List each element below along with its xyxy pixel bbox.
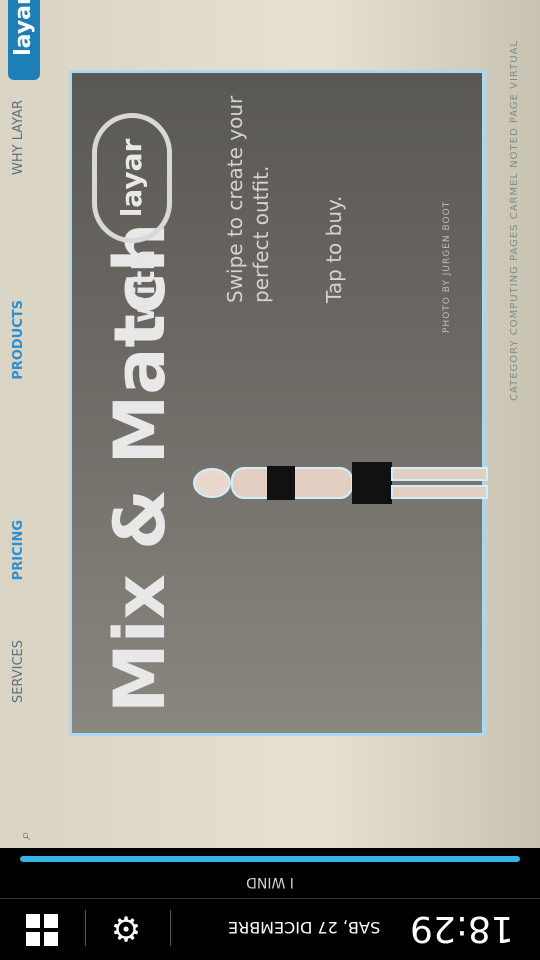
- divider: [85, 910, 86, 946]
- search-icon[interactable]: ⌕: [15, 820, 35, 840]
- banner-swipe-text: Swipe to create your perfect outfit.: [223, 95, 273, 303]
- nav-why-layar[interactable]: WHY LAYAR: [11, 100, 35, 175]
- promo-banner[interactable]: Mix & Match with layar Swipe to create y…: [69, 70, 488, 736]
- banner-credit: PHOTO BY JURGEN BOOT: [442, 200, 452, 333]
- model-figure: [192, 448, 492, 518]
- nav-products[interactable]: PRODUCTS: [11, 300, 35, 380]
- quick-settings-icon[interactable]: [22, 908, 62, 948]
- layar-badge: layar: [92, 113, 172, 243]
- banner-with: with: [127, 249, 162, 323]
- nav-pricing[interactable]: PRICING: [11, 520, 35, 580]
- divider: [170, 910, 171, 946]
- signal-progress-bar: [20, 856, 520, 862]
- date-label: SAB, 27 DICEMBRE: [228, 918, 381, 937]
- category-line: CATEGORY COMPUTING PAGES CARMEL NOTED PA…: [509, 40, 520, 401]
- rotated-scene: layar WHY LAYAR PRODUCTS PRICING SERVICE…: [0, 0, 540, 848]
- layar-logo[interactable]: layar: [8, 0, 40, 80]
- banner-tap-text: Tap to buy.: [322, 195, 346, 303]
- nav-services[interactable]: SERVICES: [11, 640, 35, 703]
- clock-time: 18:29: [410, 908, 514, 949]
- notification-panel: I WIND ⚙ SAB, 27 DICEMBRE 18:29: [0, 848, 540, 960]
- divider: [0, 898, 540, 899]
- camera-view: layar WHY LAYAR PRODUCTS PRICING SERVICE…: [0, 0, 540, 848]
- carrier-label: I WIND: [246, 874, 294, 890]
- settings-gear-icon[interactable]: ⚙: [106, 908, 146, 948]
